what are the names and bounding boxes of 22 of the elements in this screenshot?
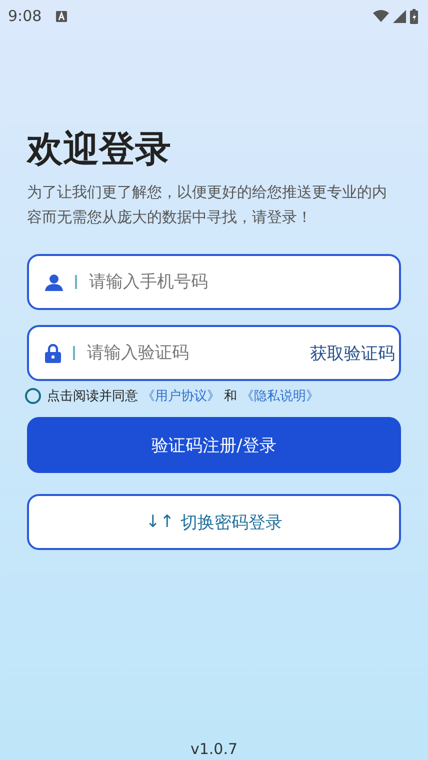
privacy-link[interactable]: 《隐私说明》 xyxy=(241,387,319,405)
switch-password-login-button[interactable]: ↓↑ 切换密码登录 xyxy=(27,494,401,550)
signal-icon xyxy=(393,10,406,22)
version-text: v1.0.7 xyxy=(189,740,239,760)
phone-input[interactable]: 请输入手机号码 xyxy=(87,271,399,293)
user-icon xyxy=(45,274,63,290)
lock-icon xyxy=(45,344,61,362)
page-title: 欢迎登录 xyxy=(27,128,172,172)
and-text: 和 xyxy=(224,388,237,405)
status-time: 9:08 xyxy=(8,7,42,25)
keyboard-icon xyxy=(56,10,67,22)
code-input-field[interactable]: 请输入验证码 获取验证码 xyxy=(27,325,401,381)
welcome-text: 为了让我们更了解您，以便更好的给您推送更专业的内容而无需您从庞大的数据中寻找，请登录！ xyxy=(27,182,388,228)
login-button[interactable]: 验证码注册/登录 xyxy=(27,417,401,473)
wifi-icon xyxy=(373,10,389,22)
phone-input-field[interactable]: 请输入手机号码 xyxy=(27,254,401,310)
agree-radio[interactable] xyxy=(25,388,41,404)
agree-text: 点击阅读并同意 xyxy=(47,388,138,405)
code-input[interactable]: 请输入验证码 xyxy=(85,342,310,364)
battery-icon xyxy=(410,8,418,24)
get-code-link[interactable]: 获取验证码 xyxy=(310,342,399,364)
user-agreement-link[interactable]: 《用户协议》 xyxy=(142,387,220,405)
